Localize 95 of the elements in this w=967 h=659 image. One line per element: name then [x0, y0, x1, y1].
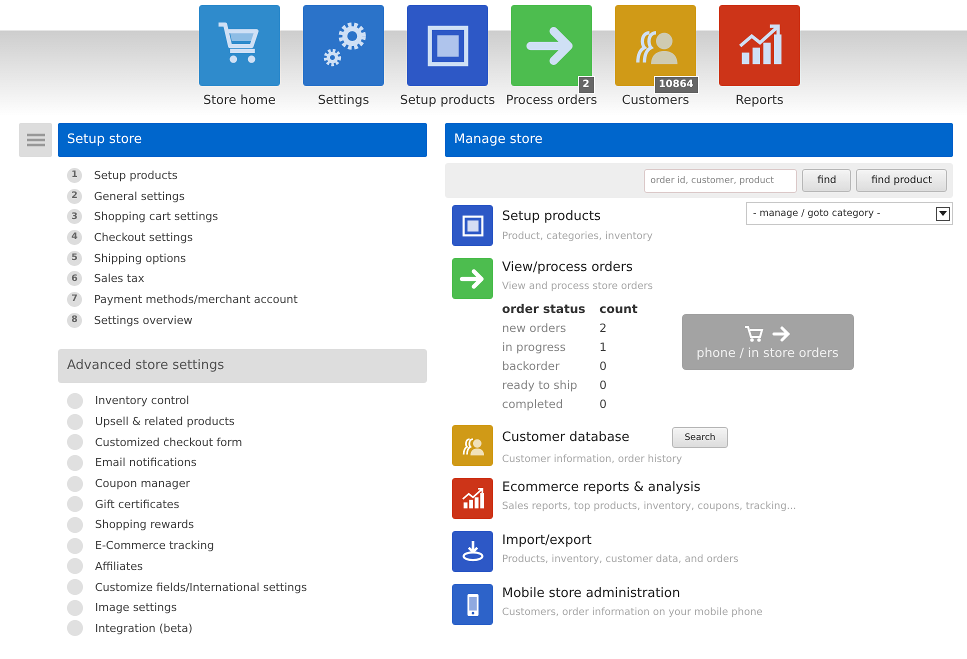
- section-description: Sales reports, top products, inventory, coupons, tracking...: [502, 501, 798, 512]
- find-button[interactable]: find product: [856, 169, 947, 192]
- nav-label[interactable]: Setup products: [400, 92, 495, 107]
- step-number: 4: [67, 230, 82, 245]
- section-link[interactable]: Customer database: [502, 430, 630, 445]
- section-description: Product, categories, inventory: [502, 231, 654, 242]
- menu-link[interactable]: Customize fields/International settings: [95, 580, 307, 594]
- people-icon[interactable]: [452, 425, 493, 466]
- section-description: Customers, order information on your mobile phone: [502, 607, 764, 618]
- search-button[interactable]: Search: [672, 427, 728, 448]
- menu-link[interactable]: Shopping rewards: [95, 518, 194, 532]
- menu-link[interactable]: Checkout settings: [94, 230, 193, 244]
- menu-link[interactable]: Setup products: [94, 168, 178, 182]
- bullet-dot: [67, 476, 83, 492]
- table-cell-text: 1: [599, 338, 608, 356]
- step-number: 3: [67, 209, 82, 224]
- table-cell-text: 0: [599, 358, 608, 374]
- menu-link[interactable]: Upsell & related products: [95, 415, 235, 428]
- nav-tile[interactable]: [615, 5, 696, 86]
- panel-header: Setup store: [58, 123, 427, 157]
- count-badge: 2: [578, 76, 594, 94]
- menu-link[interactable]: Coupon manager: [95, 477, 190, 490]
- step-number: 2: [67, 188, 82, 204]
- table-cell-text: 2: [599, 320, 608, 336]
- section-description: Products, inventory, customer data, and orders: [502, 554, 740, 565]
- category-dropdown[interactable]: - manage / goto category -: [746, 202, 953, 225]
- frame-icon[interactable]: [452, 205, 493, 246]
- bullet-dot: [67, 620, 83, 636]
- menu-link[interactable]: E-Commerce tracking: [95, 539, 214, 552]
- section-link[interactable]: Mobile store administration: [502, 586, 680, 601]
- nav-tile[interactable]: [719, 5, 800, 86]
- chart-icon[interactable]: [452, 478, 493, 519]
- menu-link[interactable]: General settings: [94, 190, 185, 203]
- bullet-dot: [67, 600, 83, 616]
- menu-link[interactable]: Integration (beta): [95, 622, 192, 635]
- bullet-dot: [67, 392, 83, 409]
- section-link[interactable]: Setup products: [502, 208, 601, 224]
- menu-link[interactable]: Affiliates: [95, 560, 143, 573]
- menu-link[interactable]: Sales tax: [94, 272, 144, 286]
- bullet-dot: [67, 454, 83, 471]
- menu-link[interactable]: Gift certificates: [95, 498, 180, 511]
- menu-link[interactable]: Shipping options: [94, 252, 186, 265]
- step-number: 1: [67, 168, 82, 183]
- nav-tile[interactable]: [303, 5, 384, 86]
- cart-arrow-icon: [744, 324, 792, 342]
- table-cell-text: 0: [599, 396, 608, 412]
- menu-button[interactable]: [19, 123, 52, 157]
- nav-label[interactable]: Process orders: [506, 92, 598, 107]
- menu-icon: [26, 133, 44, 147]
- nav-label[interactable]: Store home: [203, 92, 276, 107]
- nav-tile[interactable]: [407, 5, 488, 86]
- section-description: View and process store orders: [502, 281, 654, 292]
- table-cell-text: completed: [502, 396, 564, 412]
- column-header: count: [599, 302, 639, 318]
- table-cell-text: 0: [599, 376, 608, 394]
- menu-link[interactable]: Image settings: [95, 601, 177, 614]
- step-number: 8: [67, 312, 82, 328]
- count-badge: 10864: [654, 76, 698, 94]
- nav-label[interactable]: Reports: [736, 92, 784, 107]
- step-number: 7: [67, 292, 82, 307]
- section-description: Customer information, order history: [502, 454, 684, 465]
- bullet-dot: [67, 516, 83, 533]
- bullet-dot: [67, 414, 83, 430]
- nav-tile[interactable]: [199, 5, 280, 86]
- bullet-dot: [67, 579, 83, 596]
- table-cell-text: new orders: [502, 320, 568, 336]
- nav-label[interactable]: Settings: [318, 92, 370, 107]
- find-button[interactable]: find: [802, 169, 852, 192]
- table-cell-text: backorder: [502, 358, 561, 374]
- bullet-dot: [67, 558, 83, 574]
- table-cell-text: ready to ship: [502, 376, 578, 394]
- bullet-dot: [67, 434, 83, 450]
- panel-header: Manage store: [445, 123, 953, 157]
- step-number: 6: [67, 271, 82, 286]
- menu-link[interactable]: Settings overview: [94, 314, 192, 327]
- nav-tile[interactable]: [511, 5, 592, 86]
- menu-link[interactable]: Customized checkout form: [95, 436, 242, 449]
- bullet-dot: [67, 538, 83, 554]
- section-link[interactable]: View/process orders: [502, 260, 633, 275]
- search-field[interactable]: order id, customer, product: [644, 168, 798, 192]
- menu-link[interactable]: Inventory control: [95, 394, 190, 408]
- menu-link[interactable]: Payment methods/merchant account: [94, 292, 298, 306]
- menu-link[interactable]: Shopping cart settings: [94, 210, 218, 224]
- section-link[interactable]: Ecommerce reports & analysis: [502, 480, 700, 495]
- nav-label[interactable]: Customers: [622, 92, 690, 107]
- bullet-dot: [67, 496, 83, 512]
- phone-icon[interactable]: [452, 584, 493, 625]
- caret-icon: [939, 211, 947, 216]
- download-icon[interactable]: [452, 531, 493, 572]
- menu-link[interactable]: Email notifications: [95, 456, 197, 470]
- panel-header: Advanced store settings: [58, 348, 427, 382]
- table-cell-text: in progress: [502, 338, 567, 356]
- step-number: 5: [67, 250, 82, 266]
- section-link[interactable]: Import/export: [502, 533, 592, 548]
- column-header: order status: [502, 302, 600, 318]
